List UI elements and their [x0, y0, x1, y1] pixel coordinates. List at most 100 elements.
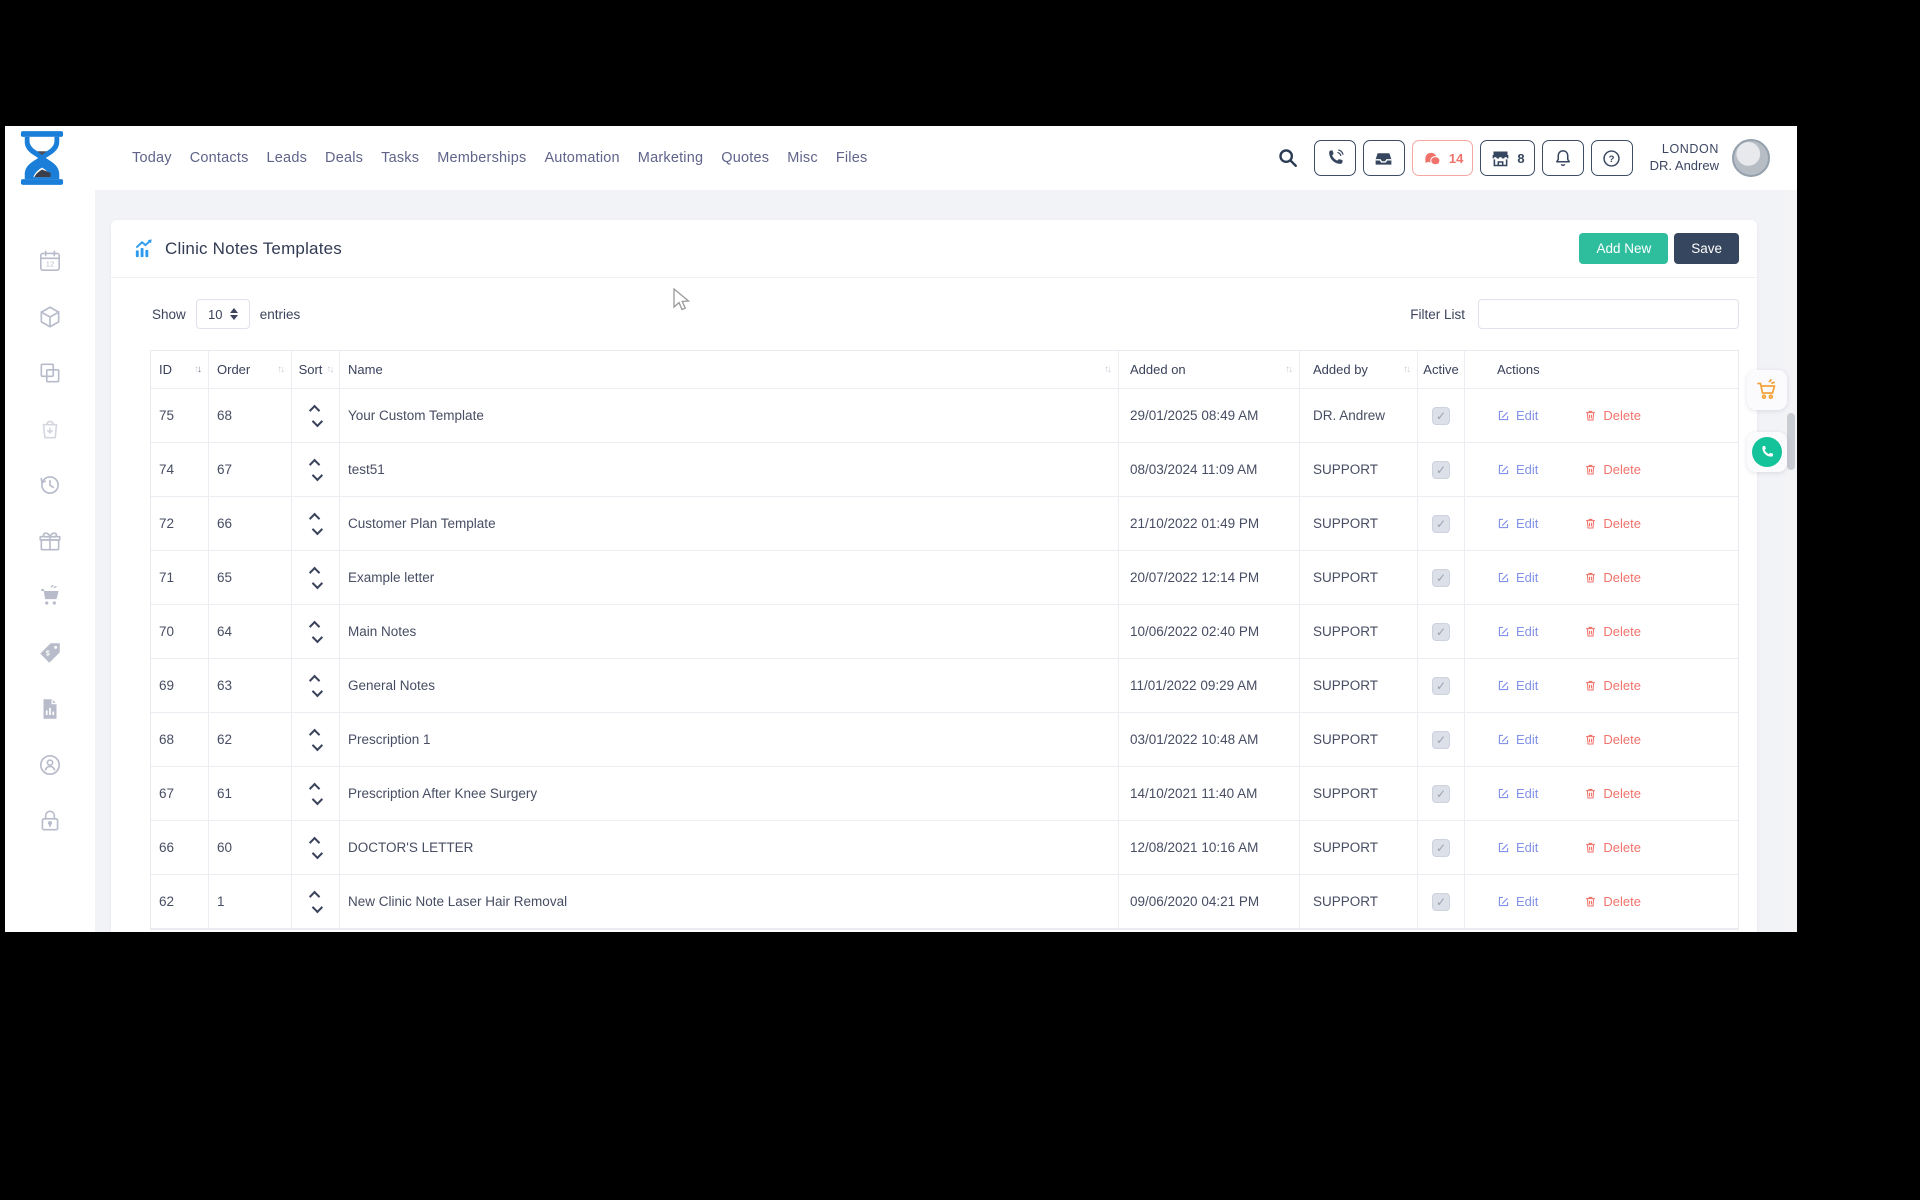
save-button[interactable]: Save: [1674, 233, 1739, 264]
chat-button[interactable]: 14: [1412, 140, 1473, 176]
nav-item-today[interactable]: Today: [132, 150, 172, 166]
edit-button[interactable]: Edit: [1497, 624, 1538, 639]
column-header-id[interactable]: ID ↑↓: [151, 351, 208, 388]
move-up-icon[interactable]: [308, 512, 319, 523]
nav-item-leads[interactable]: Leads: [267, 150, 308, 166]
edit-button[interactable]: Edit: [1497, 894, 1538, 909]
move-down-icon[interactable]: [311, 793, 322, 804]
nav-item-files[interactable]: Files: [836, 150, 868, 166]
active-checkbox[interactable]: ✓: [1432, 893, 1450, 911]
column-header-added-by[interactable]: Added by ↑↓: [1299, 351, 1417, 388]
edit-button[interactable]: Edit: [1497, 678, 1538, 693]
edit-button[interactable]: Edit: [1497, 786, 1538, 801]
gift-icon[interactable]: [36, 527, 64, 555]
account-icon[interactable]: [36, 751, 64, 779]
active-checkbox[interactable]: ✓: [1432, 461, 1450, 479]
vertical-scrollbar[interactable]: [1785, 190, 1797, 932]
active-checkbox[interactable]: ✓: [1432, 515, 1450, 533]
filter-list-input[interactable]: [1478, 299, 1739, 329]
lock-icon[interactable]: [36, 807, 64, 835]
move-up-icon[interactable]: [308, 404, 319, 415]
delete-button[interactable]: Delete: [1584, 786, 1641, 801]
add-new-button[interactable]: Add New: [1579, 233, 1668, 264]
move-up-icon[interactable]: [308, 674, 319, 685]
move-up-icon[interactable]: [308, 566, 319, 577]
delete-button[interactable]: Delete: [1584, 678, 1641, 693]
delete-button[interactable]: Delete: [1584, 732, 1641, 747]
active-checkbox[interactable]: ✓: [1432, 623, 1450, 641]
move-down-icon[interactable]: [311, 901, 322, 912]
move-up-icon[interactable]: [308, 728, 319, 739]
calendar-icon[interactable]: 12: [36, 247, 64, 275]
search-icon[interactable]: [1275, 145, 1301, 171]
edit-label: Edit: [1516, 678, 1538, 693]
phone-fab-button[interactable]: [1747, 432, 1787, 472]
cart-icon[interactable]: [36, 583, 64, 611]
help-button[interactable]: ?: [1591, 140, 1633, 176]
delete-button[interactable]: Delete: [1584, 840, 1641, 855]
move-up-icon[interactable]: [308, 458, 319, 469]
edit-button[interactable]: Edit: [1497, 462, 1538, 477]
edit-button[interactable]: Edit: [1497, 570, 1538, 585]
column-header-added-on[interactable]: Added on ↑↓: [1118, 351, 1299, 388]
shopping-bag-icon[interactable]: [36, 415, 64, 443]
delete-button[interactable]: Delete: [1584, 570, 1641, 585]
nav-item-marketing[interactable]: Marketing: [638, 150, 703, 166]
move-down-icon[interactable]: [311, 577, 322, 588]
price-tag-icon[interactable]: $: [36, 639, 64, 667]
delete-button[interactable]: Delete: [1584, 462, 1641, 477]
scrollbar-thumb[interactable]: [1787, 413, 1795, 470]
move-down-icon[interactable]: [311, 415, 322, 426]
move-up-icon[interactable]: [308, 620, 319, 631]
nav-item-tasks[interactable]: Tasks: [381, 150, 419, 166]
column-header-order[interactable]: Order ↑↓: [208, 351, 291, 388]
nav-item-contacts[interactable]: Contacts: [190, 150, 249, 166]
delete-button[interactable]: Delete: [1584, 408, 1641, 423]
delete-button[interactable]: Delete: [1584, 894, 1641, 909]
history-icon[interactable]: [36, 471, 64, 499]
move-down-icon[interactable]: [311, 523, 322, 534]
package-icon[interactable]: [36, 303, 64, 331]
active-checkbox[interactable]: ✓: [1432, 407, 1450, 425]
move-down-icon[interactable]: [311, 685, 322, 696]
cart-fab-button[interactable]: [1747, 370, 1787, 410]
nav-item-automation[interactable]: Automation: [544, 150, 619, 166]
move-down-icon[interactable]: [311, 469, 322, 480]
nav-item-quotes[interactable]: Quotes: [721, 150, 769, 166]
copy-icon[interactable]: [36, 359, 64, 387]
phone-button[interactable]: [1314, 140, 1356, 176]
move-up-icon[interactable]: [308, 836, 319, 847]
notifications-button[interactable]: [1542, 140, 1584, 176]
active-checkbox[interactable]: ✓: [1432, 569, 1450, 587]
inbox-button[interactable]: [1363, 140, 1405, 176]
nav-item-memberships[interactable]: Memberships: [437, 150, 526, 166]
active-checkbox[interactable]: ✓: [1432, 785, 1450, 803]
edit-button[interactable]: Edit: [1497, 732, 1538, 747]
app-logo-hourglass[interactable]: [19, 131, 65, 185]
store-button[interactable]: 8: [1480, 140, 1534, 176]
cell-added-by: SUPPORT: [1313, 840, 1378, 855]
move-down-icon[interactable]: [311, 631, 322, 642]
edit-icon: [1497, 679, 1510, 692]
edit-label: Edit: [1516, 786, 1538, 801]
move-down-icon[interactable]: [311, 847, 322, 858]
column-header-name[interactable]: Name ↑↓: [339, 351, 1118, 388]
report-icon[interactable]: [36, 695, 64, 723]
edit-button[interactable]: Edit: [1497, 516, 1538, 531]
active-checkbox[interactable]: ✓: [1432, 731, 1450, 749]
active-checkbox[interactable]: ✓: [1432, 677, 1450, 695]
entries-per-page-select[interactable]: 10: [196, 299, 250, 329]
move-up-icon[interactable]: [308, 782, 319, 793]
edit-button[interactable]: Edit: [1497, 840, 1538, 855]
delete-button[interactable]: Delete: [1584, 516, 1641, 531]
edit-label: Edit: [1516, 894, 1538, 909]
active-checkbox[interactable]: ✓: [1432, 839, 1450, 857]
avatar[interactable]: [1732, 139, 1770, 177]
delete-button[interactable]: Delete: [1584, 624, 1641, 639]
edit-button[interactable]: Edit: [1497, 408, 1538, 423]
nav-item-misc[interactable]: Misc: [787, 150, 818, 166]
move-up-icon[interactable]: [308, 890, 319, 901]
nav-item-deals[interactable]: Deals: [325, 150, 363, 166]
column-header-sort[interactable]: Sort ↑↓: [291, 351, 339, 388]
move-down-icon[interactable]: [311, 739, 322, 750]
